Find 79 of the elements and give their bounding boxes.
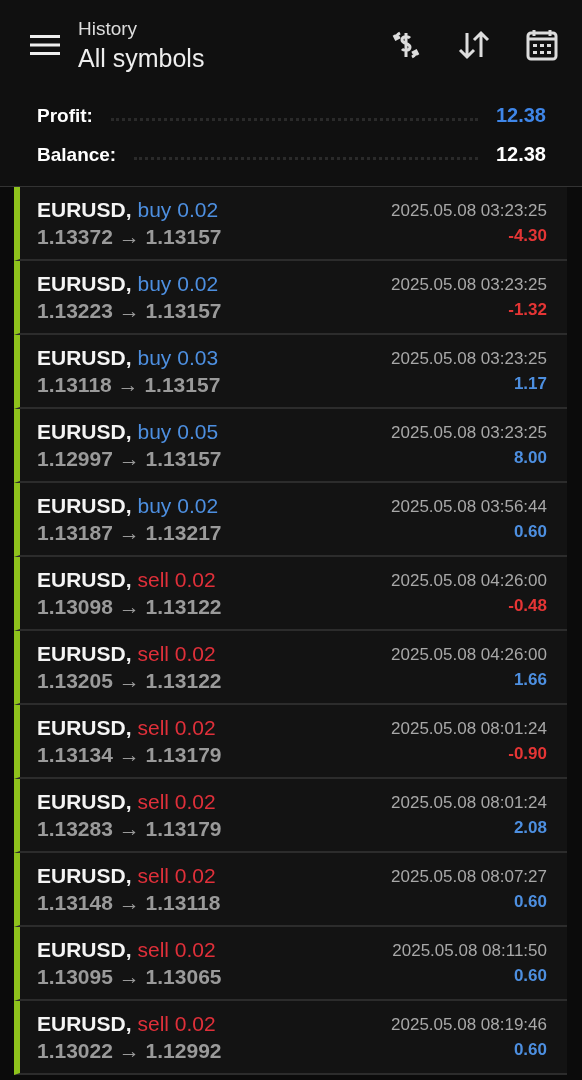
deal-row[interactable]: EURUSD, buy 0.02 1.13223 → 1.13157 2025.05.08 03:23:25 -1.32 — [14, 261, 567, 335]
deal-symbol: EURUSD, — [37, 863, 132, 888]
deal-volume: buy 0.05 — [137, 419, 219, 444]
deal-prices: 1.13095 → 1.13065 — [37, 964, 223, 989]
deal-prices: 1.13223 → 1.13157 — [37, 298, 223, 323]
deal-row[interactable]: EURUSD, sell 0.02 1.13205 → 1.13122 2025.05.08 04:26:00 1.66 — [14, 631, 567, 705]
deal-time: 2025.05.08 08:11:50 — [392, 940, 547, 961]
deal-symbol: EURUSD, — [37, 271, 132, 296]
deal-row[interactable]: EURUSD, sell 0.02 1.13022 → 1.12992 2025.05.08 08:19:46 0.60 — [14, 1001, 567, 1075]
deal-row[interactable]: EURUSD, buy 0.05 1.12997 → 1.13157 2025.05.08 03:23:25 8.00 — [14, 409, 567, 483]
deal-volume: sell 0.02 — [137, 715, 216, 740]
deal-row[interactable]: EURUSD, buy 0.02 1.13372 → 1.13157 2025.05.08 03:23:25 -4.30 — [14, 187, 567, 261]
deal-volume: buy 0.02 — [137, 197, 219, 222]
deal-symbol: EURUSD, — [37, 419, 132, 444]
screen-title: History — [78, 17, 139, 40]
deal-time: 2025.05.08 03:23:25 — [391, 348, 547, 369]
deal-row[interactable]: EURUSD, buy 0.03 1.13118 → 1.13157 2025.05.08 03:23:25 1.17 — [14, 335, 567, 409]
deal-prices: 1.13205 → 1.13122 — [37, 668, 223, 693]
deal-volume: buy 0.03 — [137, 345, 219, 370]
deal-volume: sell 0.02 — [137, 937, 216, 962]
deal-prices: 1.13098 → 1.13122 — [37, 594, 223, 619]
deal-time: 2025.05.08 08:01:24 — [391, 792, 547, 813]
summary-value: 12.38 — [495, 143, 546, 166]
deal-prices: 1.13148 → 1.13118 — [37, 890, 222, 915]
deal-row[interactable]: EURUSD, sell 0.02 1.13148 → 1.13118 2025.05.08 08:07:27 0.60 — [14, 853, 567, 927]
deal-row[interactable]: EURUSD, buy 0.02 1.13187 → 1.13217 2025.05.08 03:56:44 0.60 — [14, 483, 567, 557]
deal-symbol: EURUSD, — [37, 197, 132, 222]
deal-volume: buy 0.02 — [137, 271, 219, 296]
deal-time: 2025.05.08 08:01:24 — [391, 718, 547, 739]
deal-time: 2025.05.08 03:23:25 — [391, 200, 547, 221]
deal-profit: 1.17 — [513, 373, 547, 394]
deal-time: 2025.05.08 03:56:44 — [391, 496, 547, 517]
deal-volume: sell 0.02 — [137, 1011, 216, 1036]
deal-symbol: EURUSD, — [37, 1011, 132, 1036]
deal-volume: sell 0.02 — [137, 863, 216, 888]
deal-profit: -4.30 — [508, 225, 547, 246]
deal-profit: -0.90 — [508, 743, 547, 764]
symbol-filter[interactable]: All symbols — [78, 43, 358, 73]
deal-time: 2025.05.08 08:19:46 — [391, 1014, 547, 1035]
deal-profit: -1.32 — [508, 299, 547, 320]
summary-label: Balance: — [37, 143, 117, 166]
deal-prices: 1.13022 → 1.12992 — [37, 1038, 223, 1063]
deal-profit: 0.60 — [513, 1039, 547, 1060]
deal-prices: 1.13118 → 1.13157 — [37, 372, 222, 397]
deal-time: 2025.05.08 04:26:00 — [391, 570, 547, 591]
deal-row[interactable]: EURUSD, sell 0.02 1.13134 → 1.13179 2025.05.08 08:01:24 -0.90 — [14, 705, 567, 779]
deal-symbol: EURUSD, — [37, 493, 132, 518]
deal-volume: sell 0.02 — [137, 567, 216, 592]
deal-row[interactable]: EURUSD, sell 0.02 1.13095 → 1.13065 2025.05.08 08:11:50 0.60 — [14, 927, 567, 1001]
deal-time: 2025.05.08 03:23:25 — [391, 422, 547, 443]
deal-prices: 1.13134 → 1.13179 — [37, 742, 223, 767]
deal-profit: -0.48 — [508, 595, 547, 616]
deal-profit: 8.00 — [513, 447, 547, 468]
deal-profit: 1.66 — [513, 669, 547, 690]
deal-prices: 1.13283 → 1.13179 — [37, 816, 223, 841]
deal-volume: buy 0.02 — [137, 493, 219, 518]
deal-row[interactable]: EURUSD, sell 0.02 1.13098 → 1.13122 2025.05.08 04:26:00 -0.48 — [14, 557, 567, 631]
deal-time: 2025.05.08 08:07:27 — [391, 866, 547, 887]
deal-symbol: EURUSD, — [37, 715, 132, 740]
deal-symbol: EURUSD, — [37, 345, 132, 370]
deal-volume: sell 0.02 — [137, 789, 216, 814]
deal-symbol: EURUSD, — [37, 641, 132, 666]
summary-value: 12.38 — [495, 104, 546, 127]
deal-prices: 1.13187 → 1.13217 — [37, 520, 223, 545]
deal-row[interactable]: EURUSD, sell 0.02 1.13283 → 1.13179 2025.05.08 08:01:24 2.08 — [14, 779, 567, 853]
deal-time: 2025.05.08 03:23:25 — [391, 274, 547, 295]
summary-label: Profit: — [37, 104, 93, 127]
menu-icon[interactable] — [30, 34, 60, 56]
deal-time: 2025.05.08 04:26:00 — [391, 644, 547, 665]
deal-symbol: EURUSD, — [37, 567, 132, 592]
deal-symbol: EURUSD, — [37, 937, 132, 962]
deal-symbol: EURUSD, — [37, 789, 132, 814]
deal-profit: 0.60 — [513, 521, 547, 542]
deal-profit: 0.60 — [513, 891, 547, 912]
deal-profit: 2.08 — [513, 817, 547, 838]
deal-prices: 1.12997 → 1.13157 — [37, 446, 223, 471]
deal-prices: 1.13372 → 1.13157 — [37, 224, 223, 249]
deal-profit: 0.60 — [513, 965, 547, 986]
deal-volume: sell 0.02 — [137, 641, 216, 666]
